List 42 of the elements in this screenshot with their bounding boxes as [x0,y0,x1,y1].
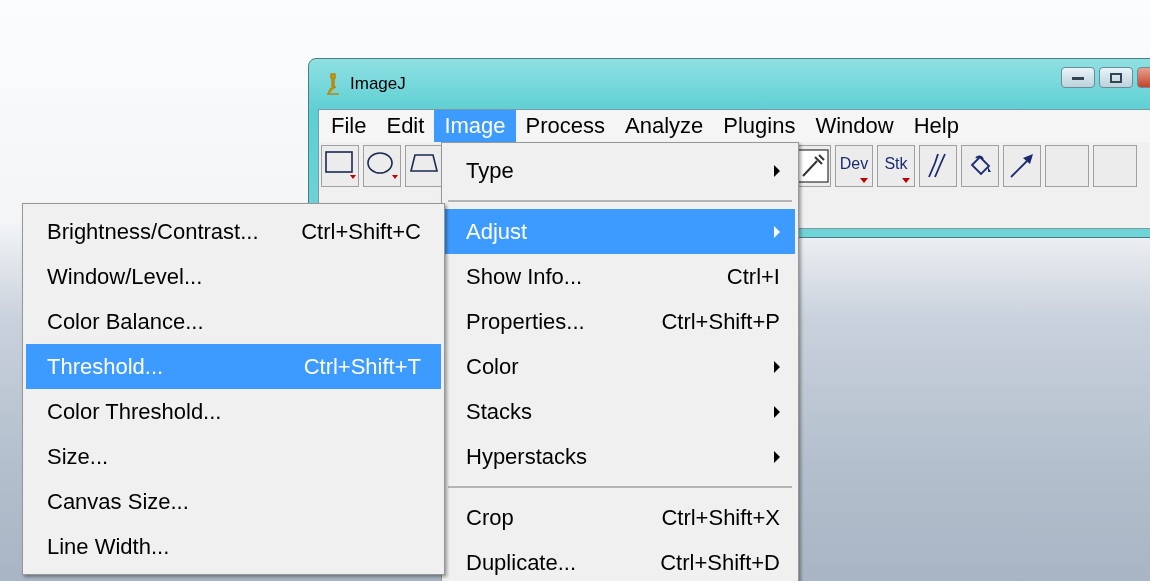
menu-item[interactable]: Color Balance... [26,299,441,344]
menu-item[interactable]: Help [903,110,969,142]
tool-button[interactable] [321,145,359,187]
menu-item[interactable]: Size... [26,434,441,479]
tool-button[interactable]: Dev [835,145,873,187]
dropdown-icon [902,178,910,183]
menu-item[interactable]: Show Info... Ctrl+I [445,254,795,299]
submenu-arrow-icon [774,164,780,177]
submenu-arrow-icon [774,405,780,418]
menu-item[interactable]: Brightness/Contrast... Ctrl+Shift+C [26,209,441,254]
tool-button[interactable] [919,145,957,187]
menu-item[interactable]: Duplicate... Ctrl+Shift+D [445,540,795,581]
tool-button[interactable] [1003,145,1041,187]
menu-item[interactable]: File [321,110,377,142]
menu-item[interactable]: Window/Level... [26,254,441,299]
maximize-button[interactable] [1099,67,1133,88]
menu-item[interactable]: Properties... Ctrl+Shift+P [445,299,795,344]
menu-item[interactable]: Window [805,110,904,142]
submenu-arrow-icon [774,450,780,463]
menu-item[interactable]: Plugins [713,110,806,142]
menu-item[interactable]: Stacks [445,389,795,434]
tool-button[interactable] [363,145,401,187]
menu-item[interactable]: Type [445,148,795,193]
submenu-arrow-icon [774,225,780,238]
menu-item[interactable]: Process [515,110,615,142]
menu-item[interactable]: Line Width... [26,524,441,569]
maximize-icon [1110,72,1122,83]
tool-button[interactable] [961,145,999,187]
minimize-button[interactable] [1061,67,1095,88]
submenu-arrow-icon [774,360,780,373]
dropdown-icon [860,178,868,183]
menu-item[interactable]: Edit [376,110,435,142]
menu-item[interactable]: Crop Ctrl+Shift+X [445,495,795,540]
menu-item[interactable]: Canvas Size... [26,479,441,524]
tool-button[interactable]: Stk [877,145,915,187]
microscope-icon [324,72,342,96]
menu-item[interactable]: Color Threshold... [26,389,441,434]
menu-item[interactable]: Hyperstacks [445,434,795,479]
tool-button[interactable] [405,145,443,187]
menu-item[interactable]: Color [445,344,795,389]
menu-item[interactable]: Analyze [615,110,714,142]
window-title: ImageJ [350,74,406,94]
